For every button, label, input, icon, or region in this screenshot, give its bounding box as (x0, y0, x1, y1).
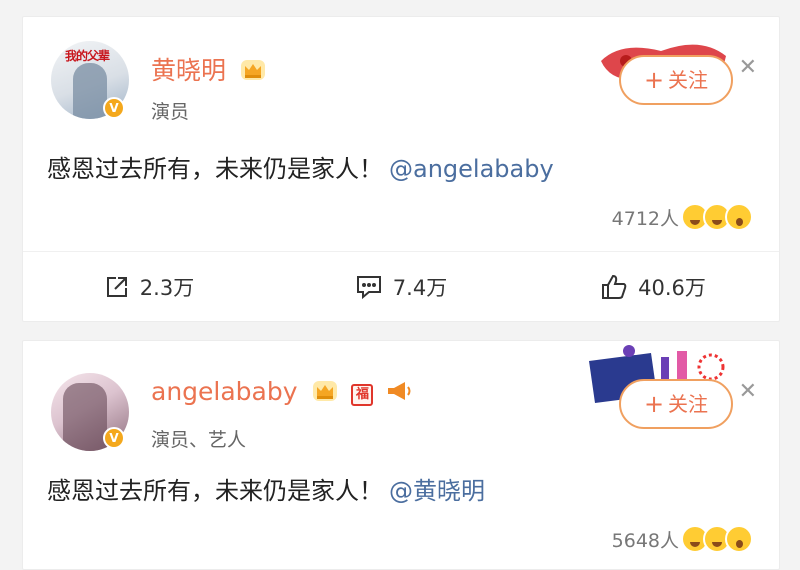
reaction-count: 4712人 (611, 207, 679, 230)
author-role: 演员、艺人 (151, 429, 247, 451)
post-text: 感恩过去所有，未来仍是家人！ @黄晓明 (47, 471, 485, 506)
comment-button[interactable]: 7.4万 (275, 267, 527, 307)
repost-icon (106, 277, 127, 297)
horn-icon (388, 382, 411, 400)
reaction-count: 5648人 (611, 529, 679, 552)
action-bar: 2.3万 7.4万 40.6万 (23, 267, 779, 307)
post-text: 感恩过去所有，未来仍是家人！ @angelababy (47, 149, 554, 184)
mention-link[interactable]: @angelababy (389, 155, 554, 183)
author-name-label: angelababy (151, 377, 298, 406)
follow-button[interactable]: + 关注 (619, 379, 733, 429)
author-name[interactable]: angelababy 福 (151, 377, 413, 406)
comment-icon (356, 276, 381, 300)
like-icon (602, 274, 627, 299)
crown-icon (312, 381, 337, 401)
like-button[interactable]: 40.6万 (527, 267, 779, 307)
reaction-emoji-icon (725, 203, 753, 231)
avatar-figure (73, 63, 107, 119)
author-name-label: 黄晓明 (151, 56, 227, 85)
follow-button[interactable]: + 关注 (619, 55, 733, 105)
reaction-emoji-icon (725, 525, 753, 553)
follow-label: 关注 (668, 68, 709, 92)
mention-link[interactable]: @黄晓明 (389, 477, 485, 505)
close-icon[interactable]: ✕ (739, 55, 757, 80)
follow-label: 关注 (668, 392, 709, 416)
weibo-post-card: 我的父辈 V 黄晓明 演员 + 关注 ✕ 感恩过去所有，未来仍是家人！ @angel… (22, 16, 780, 322)
close-icon[interactable]: ✕ (739, 379, 757, 404)
divider (23, 251, 779, 252)
post-body: 感恩过去所有，未来仍是家人！ (47, 155, 383, 183)
avatar-figure (63, 383, 107, 451)
fu-badge-icon: 福 (351, 384, 374, 406)
plus-icon: + (643, 390, 665, 418)
weibo-post-card: V angelababy 福 演员、艺人 + 关注 ✕ 感恩过去所有，未来仍是家人… (22, 340, 780, 570)
verified-icon: V (103, 427, 125, 449)
verified-icon: V (103, 97, 125, 119)
avatar-banner-text: 我的父辈 (65, 49, 110, 63)
reactions-summary[interactable]: 5648人 (612, 523, 753, 555)
crown-icon (240, 60, 265, 80)
repost-count: 2.3万 (139, 276, 195, 300)
comment-count: 7.4万 (392, 276, 448, 300)
post-body: 感恩过去所有，未来仍是家人！ (47, 477, 383, 505)
author-name[interactable]: 黄晓明 (151, 51, 266, 87)
repost-button[interactable]: 2.3万 (23, 267, 275, 307)
reactions-summary[interactable]: 4712人 (612, 201, 753, 233)
like-count: 40.6万 (638, 276, 706, 300)
author-role: 演员 (151, 101, 190, 123)
plus-icon: + (643, 66, 665, 94)
